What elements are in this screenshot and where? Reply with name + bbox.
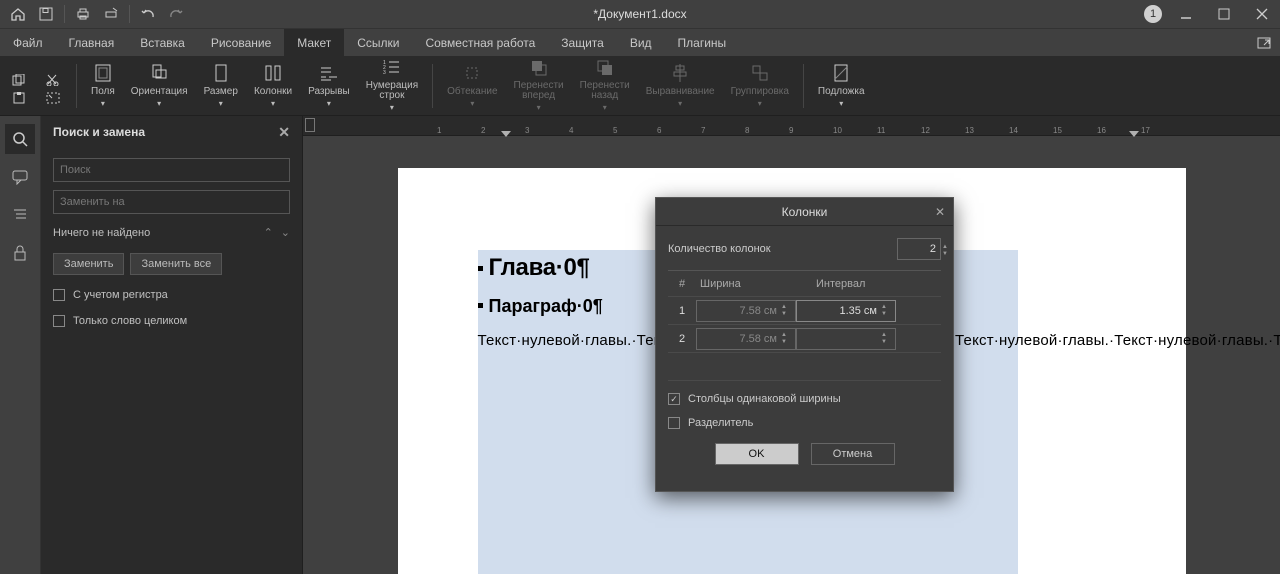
paste-icon[interactable]: [12, 92, 26, 104]
align-button: Выравнивание▾: [638, 60, 723, 112]
interval-input-1[interactable]: 1.35 см▲▼: [796, 300, 896, 322]
search-tab-icon[interactable]: [5, 124, 35, 154]
window-title: *Документ1.docx: [593, 7, 686, 21]
send-back-button: Перенести назад▾: [572, 60, 638, 112]
watermark-button[interactable]: Подложка▾: [810, 60, 873, 112]
chevron-down-icon: ▾: [603, 103, 607, 112]
col-header-interval: Интервал: [812, 278, 928, 290]
not-found-label: Ничего не найдено: [53, 227, 150, 239]
chevron-down-icon: ▾: [839, 99, 843, 108]
horizontal-ruler[interactable]: [303, 116, 1280, 136]
replace-input[interactable]: [53, 190, 290, 214]
col-header-width: Ширина: [696, 278, 812, 290]
ok-button[interactable]: OK: [715, 443, 799, 465]
separator-checkbox[interactable]: [668, 417, 680, 429]
headings-tab-icon[interactable]: [5, 200, 35, 230]
menu-insert[interactable]: Вставка: [127, 29, 198, 56]
equal-width-checkbox[interactable]: ✓: [668, 393, 680, 405]
heading-2-text: Параграф·0¶: [489, 296, 603, 316]
open-location-icon[interactable]: [1248, 29, 1280, 56]
line-numbers-button[interactable]: 123Нумерация строк▾: [358, 60, 426, 112]
orientation-button[interactable]: Ориентация▾: [123, 60, 196, 112]
margins-button[interactable]: Поля▾: [83, 60, 123, 112]
ribbon: Поля▾ Ориентация▾ Размер▾ Колонки▾ Разры…: [0, 56, 1280, 116]
size-button[interactable]: Размер▾: [196, 60, 246, 112]
whole-word-checkbox[interactable]: [53, 315, 65, 327]
row-index: 2: [668, 333, 696, 345]
columns-dialog: Колонки ✕ Количество колонок 2 ▲▼ # Шири…: [655, 197, 954, 492]
columns-button[interactable]: Колонки▾: [246, 60, 300, 112]
menu-collaboration[interactable]: Совместная работа: [412, 29, 548, 56]
close-window-icon[interactable]: [1248, 1, 1276, 27]
replace-all-button[interactable]: Заменить все: [130, 253, 222, 275]
panel-title: Поиск и замена: [53, 125, 145, 139]
interval-input-2: ▲▼: [796, 328, 896, 350]
menu-view[interactable]: Вид: [617, 29, 665, 56]
menu-draw[interactable]: Рисование: [198, 29, 284, 56]
undo-icon[interactable]: [134, 1, 162, 27]
separator-label: Разделитель: [688, 417, 753, 429]
cancel-button[interactable]: Отмена: [811, 443, 895, 465]
column-count-input[interactable]: 2 ▲▼: [897, 238, 941, 260]
bring-forward-button: Перенести вперед▾: [506, 60, 572, 112]
menu-layout[interactable]: Макет: [284, 29, 344, 56]
stepper-up-icon[interactable]: ▲: [942, 244, 954, 250]
replace-button[interactable]: Заменить: [53, 253, 124, 275]
search-input[interactable]: [53, 158, 290, 182]
breaks-button[interactable]: Разрывы▾: [300, 60, 358, 112]
next-result-icon[interactable]: ⌄: [281, 226, 290, 239]
text-wrap-button: Обтекание▾: [439, 60, 505, 112]
width-input-1[interactable]: 7.58 см▲▼: [696, 300, 796, 322]
stepper-down-icon[interactable]: ▼: [942, 251, 954, 257]
dialog-title: Колонки: [782, 205, 828, 219]
maximize-icon[interactable]: [1210, 1, 1238, 27]
whole-word-label: Только слово целиком: [73, 315, 187, 327]
quick-print-icon[interactable]: [97, 1, 125, 27]
close-panel-icon[interactable]: ✕: [278, 124, 290, 141]
heading-1-text: Глава·0¶: [489, 254, 590, 281]
chevron-down-icon: ▾: [101, 99, 105, 108]
minimize-icon[interactable]: [1172, 1, 1200, 27]
match-case-checkbox[interactable]: [53, 289, 65, 301]
print-icon[interactable]: [69, 1, 97, 27]
left-toolbar: [0, 116, 41, 574]
comments-tab-icon[interactable]: [5, 162, 35, 192]
chevron-down-icon: ▾: [758, 99, 762, 108]
col-header-index: #: [668, 278, 696, 290]
menu-plugins[interactable]: Плагины: [665, 29, 740, 56]
svg-text:3: 3: [383, 70, 386, 76]
find-replace-panel: Поиск и замена ✕ Ничего не найдено ⌃ ⌄ З…: [41, 116, 303, 574]
menu-references[interactable]: Ссылки: [344, 29, 412, 56]
row-index: 1: [668, 305, 696, 317]
dialog-close-icon[interactable]: ✕: [935, 205, 945, 219]
menu-file[interactable]: Файл: [0, 29, 56, 56]
chevron-down-icon: ▾: [678, 99, 682, 108]
match-case-label: С учетом регистра: [73, 289, 168, 301]
chevron-down-icon: ▾: [219, 99, 223, 108]
chevron-down-icon: ▾: [390, 103, 394, 112]
chevron-down-icon: ▾: [537, 103, 541, 112]
menu-protection[interactable]: Защита: [548, 29, 617, 56]
save-icon[interactable]: [32, 1, 60, 27]
group-button: Группировка▾: [723, 60, 797, 112]
copy-icon[interactable]: [12, 74, 26, 86]
cut-icon[interactable]: [46, 74, 60, 86]
chevron-down-icon: ▾: [470, 99, 474, 108]
home-icon[interactable]: [4, 1, 32, 27]
user-badge[interactable]: 1: [1144, 5, 1162, 23]
width-input-2[interactable]: 7.58 см▲▼: [696, 328, 796, 350]
chevron-down-icon: ▾: [327, 99, 331, 108]
prev-result-icon[interactable]: ⌃: [264, 226, 273, 239]
menu-home[interactable]: Главная: [56, 29, 128, 56]
chevron-down-icon: ▾: [157, 99, 161, 108]
equal-width-label: Столбцы одинаковой ширины: [688, 393, 841, 405]
redo-icon[interactable]: [162, 1, 190, 27]
select-all-icon[interactable]: [46, 92, 60, 104]
column-count-label: Количество колонок: [668, 243, 897, 255]
chevron-down-icon: ▾: [271, 99, 275, 108]
menubar: Файл Главная Вставка Рисование Макет Ссы…: [0, 28, 1280, 56]
lock-tab-icon[interactable]: [5, 238, 35, 268]
